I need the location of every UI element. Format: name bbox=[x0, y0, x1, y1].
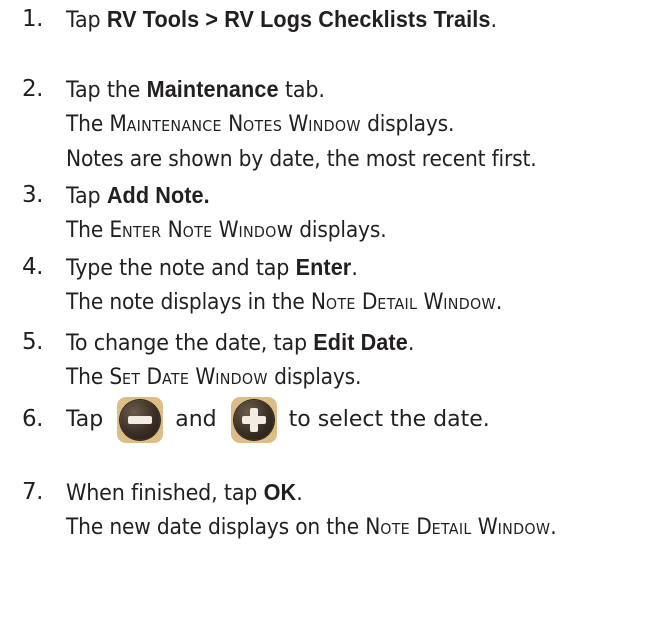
ui-label-ok: OK bbox=[263, 479, 297, 505]
step-body: When finished, tap OK. The new date disp… bbox=[66, 475, 660, 545]
step-body: Tap RV Tools > RV Logs Checklists Trails… bbox=[66, 2, 660, 37]
ui-path-label: RV Tools > RV Logs Checklists Trails bbox=[106, 6, 491, 32]
cap: W bbox=[212, 218, 239, 243]
smallcap: ATE bbox=[161, 370, 190, 388]
step-number: 5. bbox=[22, 329, 43, 355]
text-run: . bbox=[490, 8, 497, 33]
step-body: Type the note and tap Enter. The note di… bbox=[66, 250, 660, 320]
cap: W bbox=[189, 365, 216, 390]
text-run: w displays. bbox=[276, 218, 387, 243]
cap: W bbox=[282, 112, 309, 137]
smallcap: OTE bbox=[380, 520, 410, 538]
cap: W bbox=[471, 515, 498, 540]
cap: N bbox=[310, 290, 326, 315]
cap: N bbox=[161, 218, 183, 243]
text-run: To change the date, tap bbox=[66, 331, 314, 356]
text-run: Tap bbox=[66, 184, 107, 209]
text-run: The bbox=[66, 218, 110, 243]
smallcap: INDOW bbox=[215, 370, 268, 388]
smallcap: INDOW bbox=[443, 295, 496, 313]
step-line: When finished, tap OK. bbox=[66, 475, 624, 510]
minus-circle-icon bbox=[117, 396, 164, 443]
cap: D bbox=[355, 290, 378, 315]
text-run: tab. bbox=[278, 78, 325, 103]
cap: N bbox=[221, 112, 244, 137]
step-number: 3. bbox=[22, 182, 43, 208]
window-name: NOTE DETAIL WINDOW bbox=[311, 290, 496, 315]
text-run: . bbox=[407, 331, 415, 356]
step-line: The note displays in the NOTE DETAIL WIN… bbox=[66, 285, 612, 320]
step-number: 7. bbox=[22, 479, 43, 505]
smallcap: INDOW bbox=[497, 520, 551, 538]
text-run: displays. bbox=[267, 365, 362, 390]
step-line: The new date displays on the NOTE DETAIL… bbox=[66, 510, 612, 545]
cap: N bbox=[365, 515, 381, 540]
text-run: displays. bbox=[360, 112, 455, 137]
cap: E bbox=[109, 218, 122, 243]
text-run: The bbox=[66, 365, 110, 390]
smallcap: ETAIL bbox=[431, 520, 472, 538]
text-run: . bbox=[495, 290, 503, 315]
window-name: MAINTENANCE NOTES WINDOW bbox=[109, 112, 360, 137]
step-line: Notes are shown by date, the most recent… bbox=[66, 147, 537, 172]
text-run: . bbox=[351, 256, 358, 281]
text-run: Tap bbox=[66, 8, 107, 33]
text-run: Type the note and tap bbox=[66, 256, 296, 281]
step-line: The MAINTENANCE NOTES WINDOW displays. bbox=[66, 107, 612, 142]
smallcap: INDO bbox=[238, 223, 277, 241]
step-line: Tap the Maintenance tab. bbox=[66, 72, 624, 107]
text-run: to select the date. bbox=[288, 407, 490, 432]
ui-label-enter: Enter bbox=[295, 254, 352, 280]
text-run: Tap bbox=[66, 407, 104, 432]
ui-label-maintenance: Maintenance bbox=[146, 76, 279, 102]
step-line: The ENTER NOTE WINDOw displays. bbox=[66, 213, 612, 248]
window-name: NOTE DETAIL WINDOW bbox=[365, 515, 550, 540]
smallcap: OTE bbox=[182, 223, 213, 241]
step-number: 1. bbox=[22, 6, 43, 32]
smallcap: INDOW bbox=[308, 117, 361, 135]
step-body: To change the date, tap Edit Date. The S… bbox=[66, 325, 660, 395]
smallcap: OTE bbox=[325, 295, 356, 313]
window-name: ENTER NOTE WINDO bbox=[109, 218, 276, 243]
text-run: The bbox=[66, 112, 110, 137]
smallcap: AINTENANCE bbox=[126, 117, 222, 135]
step-line: Tap RV Tools > RV Logs Checklists Trails… bbox=[66, 2, 624, 37]
step-number: 4. bbox=[22, 254, 43, 280]
plus-circle-icon bbox=[230, 396, 277, 443]
text-run: Tap the bbox=[66, 78, 147, 103]
text-run: The note displays in the bbox=[66, 290, 311, 315]
cap: D bbox=[409, 515, 432, 540]
window-name: SET DATE WINDOW bbox=[109, 365, 267, 390]
text-run: The new date displays on the bbox=[66, 515, 366, 540]
step-number: 2. bbox=[22, 76, 43, 102]
text-run: When finished, tap bbox=[66, 481, 264, 506]
text-run: . bbox=[296, 481, 303, 506]
smallcap: ETAIL bbox=[377, 295, 418, 313]
smallcap: OTES bbox=[243, 117, 283, 135]
step-body: Tap Add Note. The ENTER NOTE WINDOw disp… bbox=[66, 178, 660, 248]
step-body: Tap the Maintenance tab. The MAINTENANCE… bbox=[66, 72, 660, 177]
step-body: Tap and to select the date. bbox=[66, 396, 660, 443]
text-run: and bbox=[175, 407, 217, 432]
step-line: To change the date, tap Edit Date. bbox=[66, 325, 624, 360]
smallcap: ET bbox=[122, 370, 141, 388]
step-line: Tap and to select the date. bbox=[66, 396, 660, 443]
cap: M bbox=[109, 112, 127, 137]
step-number: 6. bbox=[22, 406, 43, 432]
step-line: Type the note and tap Enter. bbox=[66, 250, 624, 285]
step-line: Tap Add Note. bbox=[66, 178, 624, 213]
ui-label-edit-date: Edit Date bbox=[313, 329, 408, 355]
step-line: The SET DATE WINDOW displays. bbox=[66, 360, 612, 395]
cap: W bbox=[417, 290, 444, 315]
cap: D bbox=[140, 365, 163, 390]
text-run: . bbox=[550, 515, 557, 540]
cap: S bbox=[109, 365, 123, 390]
smallcap: NTER bbox=[121, 223, 162, 241]
ui-label-add-note: Add Note. bbox=[106, 182, 210, 208]
